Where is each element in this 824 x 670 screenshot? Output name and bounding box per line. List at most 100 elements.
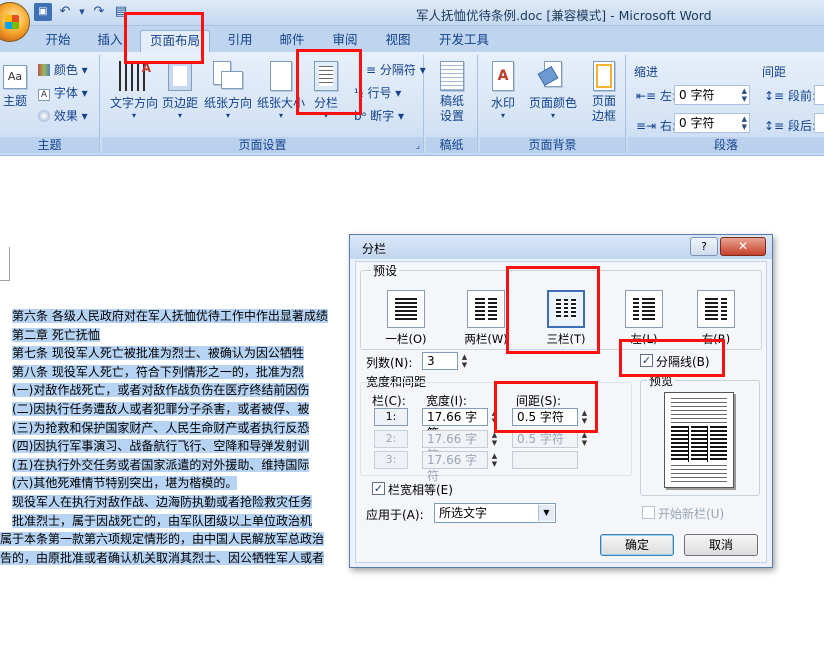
indent-left-input[interactable]: 0 字符 ▲ ▼ (674, 85, 750, 105)
column-number-1: 1: (374, 408, 408, 426)
tab-developer[interactable]: 开发工具 (432, 30, 496, 52)
tab-mailings[interactable]: 邮件 (270, 30, 314, 52)
hyphenation-button[interactable]: bᵃ 断字 ▾ (354, 107, 404, 124)
columns-dialog: 分栏 ? ✕ 预设 一栏(O) 两栏(W) 三栏(T) 左(L) 右(R) 列数 (349, 234, 773, 568)
column-3-width-input: 17.66 字符 ▲ ▼ (422, 451, 497, 483)
spinner-arrows-icon[interactable]: ▲ ▼ (742, 87, 747, 103)
watermark-button[interactable]: A 水印 ▾ (482, 61, 524, 120)
doc-line: 属于本条第一款第六项规定情形的，由中国人民解放军总政治 (0, 532, 325, 547)
indent-right-label: ≡⇥ 右: (636, 119, 676, 133)
theme-effects-button[interactable]: 效果 ▾ (38, 107, 88, 124)
column-2-spacing-input: 0.5 字符 ▲ ▼ (512, 430, 587, 448)
right-column-icon (697, 290, 735, 328)
themes-button[interactable]: Aa 主题 (0, 65, 30, 109)
spinner-arrows-icon[interactable]: ▲ ▼ (488, 409, 501, 425)
preview-page (664, 392, 734, 488)
doc-line: 告的，由原批准或者确认机关取消其烈士、因公牺牲军人或者 (0, 550, 325, 565)
undo-dropdown-icon[interactable]: ▼ (78, 3, 86, 21)
spacing-before-label: ↕≡ 段前: (764, 89, 816, 103)
spinner-arrows-icon[interactable]: ▲ ▼ (578, 409, 591, 425)
help-button[interactable]: ? (690, 237, 718, 256)
equal-width-checkbox[interactable]: ✓ (372, 482, 385, 495)
doc-line: (四)因执行军事演习、战备航行飞行、空降和导弹发射训 (12, 439, 310, 454)
chevron-down-icon[interactable]: ▼ (538, 505, 554, 521)
spacing-after-input[interactable] (814, 113, 824, 133)
paragraph-group-label: 段落 (628, 137, 824, 153)
doc-line: (六)其他死难情节特别突出，堪为楷模的。 (12, 476, 238, 491)
one-column-icon (387, 290, 425, 328)
close-button[interactable]: ✕ (720, 237, 766, 256)
dialog-title-bar[interactable]: 分栏 ? ✕ (350, 235, 772, 259)
tab-view[interactable]: 视图 (376, 30, 420, 52)
line-between-checkbox[interactable]: ✓ (640, 354, 653, 367)
preset-right[interactable]: 右(R) (690, 290, 742, 347)
redo-icon[interactable]: ↷ (90, 3, 108, 21)
font-a-icon: A (38, 89, 50, 101)
tab-page-layout[interactable]: 页面布局 (140, 30, 210, 52)
num-columns-input[interactable]: 3 ▲ ▼ (422, 352, 467, 370)
margins-icon (168, 61, 192, 91)
page-background-group: A 水印 ▾ 页面颜色 ▾ 页面 边框 页面背景 (480, 55, 626, 153)
undo-icon[interactable]: ↶ (56, 3, 74, 21)
two-columns-icon (467, 290, 505, 328)
line-numbers-button[interactable]: ¹₂ 行号 ▾ (354, 84, 401, 101)
indent-right-icon: ≡⇥ (636, 119, 657, 133)
text-direction-button[interactable]: A 文字方向 ▾ (106, 61, 162, 120)
spinner-arrows-icon: ▲ ▼ (581, 431, 588, 447)
page-borders-icon (593, 61, 615, 91)
spacing-after-label: ↕≡ 段后: (764, 119, 816, 133)
doc-line: 第七条 现役军人死亡被批准为烈士、被确认为因公牺牲 (12, 346, 304, 361)
column-3-spacing-input (512, 451, 578, 469)
save-icon[interactable]: ▣ (34, 3, 52, 21)
dialog-launcher-icon[interactable]: ⌟ (416, 141, 420, 151)
column-1-width-input[interactable]: 17.66 字符 ▲▼ (422, 408, 497, 440)
document-text[interactable]: 第六条 各级人民政府对在军人抚恤优待工作中作出显著成绩 第二章 死亡抚恤 第七条… (0, 307, 352, 567)
spacing-before-input[interactable] (814, 85, 824, 105)
ribbon-tabs: 开始 插入 页面布局 引用 邮件 审阅 视图 开发工具 (0, 26, 824, 52)
tab-review[interactable]: 审阅 (323, 30, 367, 52)
paper-size-button[interactable]: 纸张大小 ▾ (254, 61, 308, 120)
preset-one-column[interactable]: 一栏(O) (380, 290, 432, 347)
title-bar: ▣ ↶ ▼ ↷ ▤ 军人抚恤优待条例.doc [兼容模式] - Microsof… (0, 0, 824, 42)
indent-left-icon: ⇤≡ (636, 89, 657, 103)
breaks-button[interactable]: ⋮≡ 分隔符 ▾ (354, 61, 426, 78)
cancel-button[interactable]: 取消 (684, 534, 758, 556)
office-logo-icon (5, 15, 19, 29)
page-color-button[interactable]: 页面颜色 ▾ (524, 61, 582, 120)
window-title: 军人抚恤优待条例.doc [兼容模式] - Microsoft Word (416, 8, 712, 23)
column-1-spacing-input[interactable]: 0.5 字符 ▲ ▼ (512, 408, 587, 426)
ribbon: Aa 主题 颜色 ▾ A 字体 ▾ 效果 ▾ 主题 A 文字方向 ▾ 页边距 ▾… (0, 52, 824, 156)
margins-button[interactable]: 页边距 ▾ (160, 61, 200, 120)
spacing-before-icon: ↕≡ (764, 89, 785, 103)
page-setup-group-label: 页面设置 (102, 137, 423, 153)
theme-fonts-button[interactable]: A 字体 ▾ (38, 84, 88, 101)
start-new-column-label: 开始新栏(U) (658, 507, 725, 521)
tab-references[interactable]: 引用 (218, 30, 262, 52)
preset-three-columns[interactable]: 三栏(T) (540, 290, 592, 347)
page-borders-button[interactable]: 页面 边框 (584, 61, 624, 124)
preset-two-columns[interactable]: 两栏(W) (460, 290, 512, 347)
tab-home[interactable]: 开始 (36, 30, 80, 52)
theme-group-label: 主题 (0, 137, 99, 153)
watermark-icon: A (492, 61, 514, 91)
apply-to-label: 应用于(A): (366, 508, 424, 522)
ok-button[interactable]: 确定 (600, 534, 674, 556)
theme-colors-button[interactable]: 颜色 ▾ (38, 61, 88, 78)
spinner-arrows-icon[interactable]: ▲ ▼ (458, 353, 471, 369)
print-preview-icon[interactable]: ▤ (112, 3, 130, 21)
apply-to-select[interactable]: 所选文字 ▼ (434, 503, 556, 523)
spacing-header: 间距(S): (516, 394, 562, 408)
preset-left[interactable]: 左(L) (618, 290, 670, 347)
indent-label: 缩进 (634, 65, 659, 79)
columns-button[interactable]: 分栏 ▾ (306, 61, 346, 120)
paint-bucket-icon (537, 61, 566, 91)
quick-access-toolbar: ▣ ↶ ▼ ↷ ▤ (34, 3, 130, 21)
spinner-arrows-icon: ▲ ▼ (491, 431, 498, 447)
tab-insert[interactable]: 插入 (88, 30, 132, 52)
spinner-arrows-icon[interactable]: ▲ ▼ (742, 115, 747, 131)
orientation-button[interactable]: 纸张方向 ▾ (202, 61, 254, 120)
effects-icon (38, 110, 50, 122)
paragraph-group: 缩进 ⇤≡ 左: 0 字符 ▲ ▼ ≡⇥ 右: 0 字符 ▲ ▼ 间距 ↕≡ 段前:… (628, 55, 824, 153)
manuscript-setup-button[interactable]: 稿纸 设置 (428, 61, 476, 124)
indent-right-input[interactable]: 0 字符 ▲ ▼ (674, 113, 750, 133)
